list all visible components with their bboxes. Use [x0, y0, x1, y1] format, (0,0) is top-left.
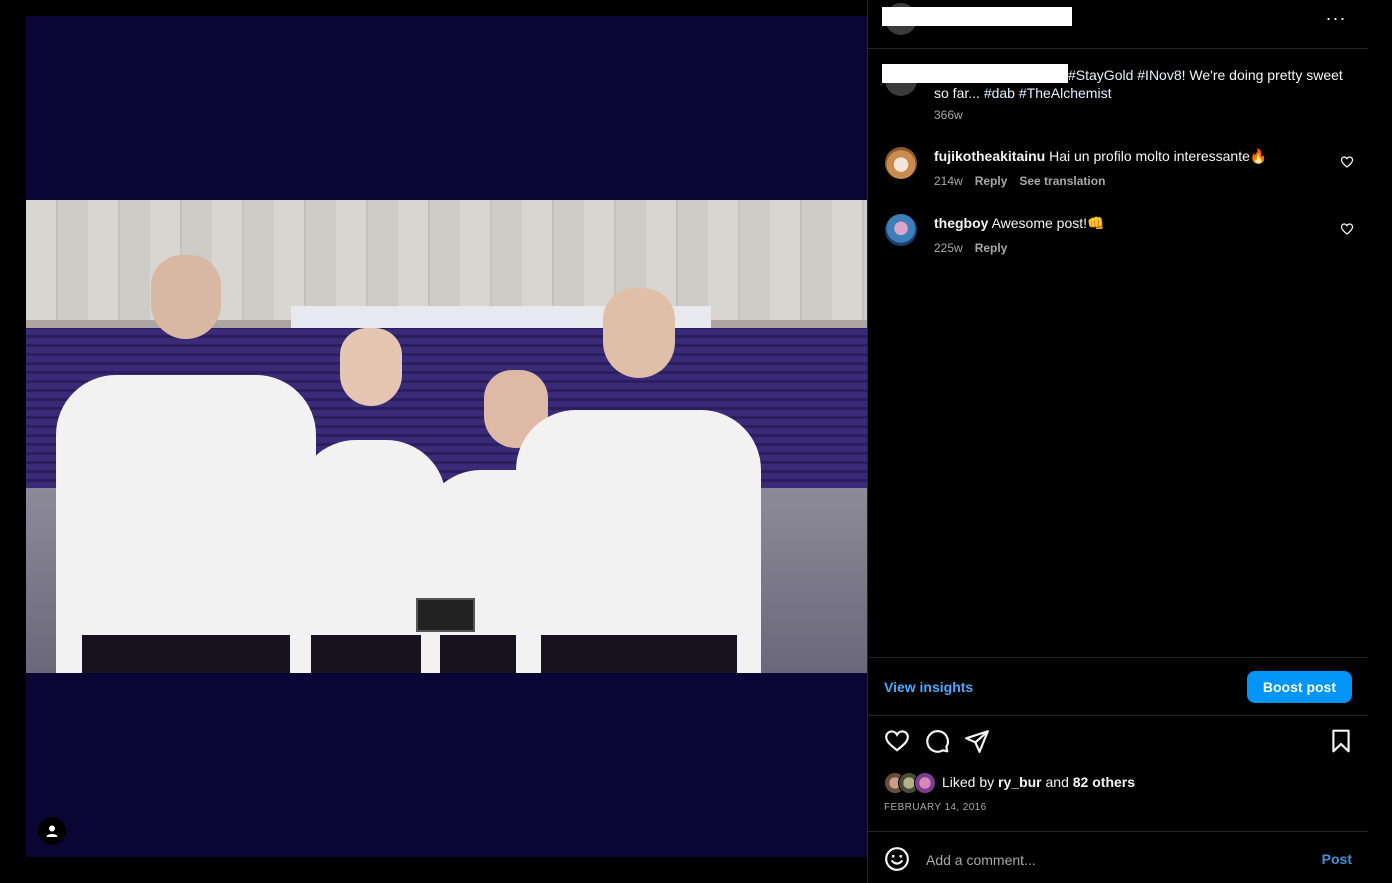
hashtag-link[interactable]: #StayGold — [1068, 67, 1133, 83]
reply-button[interactable]: Reply — [975, 241, 1008, 255]
tagged-users-button[interactable] — [38, 817, 66, 845]
likes-summary: Liked by ry_bur and 82 others — [884, 771, 1136, 794]
view-insights-link[interactable]: View insights — [884, 679, 973, 695]
post-sidebar: ··· #StayGold #INov8! We're doing pretty… — [867, 0, 1368, 883]
emoji-icon[interactable] — [884, 846, 910, 872]
comment-item: thegboy Awesome post!👊 225w Reply — [868, 214, 1368, 270]
post-comment-button[interactable]: Post — [1322, 851, 1352, 867]
heart-icon[interactable] — [1340, 222, 1354, 236]
add-comment-bar: Post — [868, 831, 1368, 883]
comment-actions: 225w Reply — [934, 241, 1007, 255]
comment-text: Hai un profilo molto interessante🔥 — [1049, 148, 1268, 164]
liker-avatars — [884, 772, 938, 794]
comment-input[interactable] — [924, 848, 1298, 872]
liker-avatar — [914, 772, 936, 794]
likes-others-link[interactable]: 82 others — [1073, 774, 1135, 790]
comment-username[interactable]: thegboy — [934, 215, 988, 231]
insights-bar: View insights Boost post — [868, 657, 1368, 716]
user-icon — [46, 825, 58, 837]
comment-timestamp[interactable]: 214w — [934, 174, 963, 188]
redacted-username — [882, 7, 1072, 26]
hashtag-link[interactable]: #TheAlchemist — [1019, 85, 1112, 101]
comment-actions: 214w Reply See translation — [934, 174, 1105, 188]
caption-timestamp[interactable]: 366w — [934, 108, 963, 122]
post-date[interactable]: FEBRUARY 14, 2016 — [884, 802, 987, 813]
hashtag-link[interactable]: #INov8 — [1137, 67, 1181, 83]
comment-item: fujikotheakitainu Hai un profilo molto i… — [868, 147, 1368, 203]
post-media — [26, 16, 867, 857]
post-photo — [26, 200, 867, 673]
commenter-avatar[interactable] — [885, 147, 917, 179]
comment-body: fujikotheakitainu Hai un profilo molto i… — [934, 147, 1314, 165]
liker-username[interactable]: ry_bur — [998, 774, 1042, 790]
more-options-icon[interactable]: ··· — [1322, 8, 1350, 28]
hashtag-link[interactable]: #dab — [984, 85, 1015, 101]
comments-section: #StayGold #INov8! We're doing pretty swe… — [868, 49, 1368, 657]
comment-body: thegboy Awesome post!👊 — [934, 214, 1314, 232]
heart-icon[interactable] — [884, 728, 910, 754]
heart-icon[interactable] — [1340, 155, 1354, 169]
boost-post-button[interactable]: Boost post — [1246, 671, 1352, 703]
bookmark-icon[interactable] — [1328, 728, 1354, 754]
share-icon[interactable] — [964, 728, 990, 754]
comment-text: Awesome post!👊 — [991, 215, 1105, 231]
likes-text: Liked by ry_bur and 82 others — [942, 774, 1136, 790]
see-translation-button[interactable]: See translation — [1019, 174, 1105, 188]
comment-username[interactable]: fujikotheakitainu — [934, 148, 1045, 164]
commenter-avatar[interactable] — [885, 214, 917, 246]
reply-button[interactable]: Reply — [975, 174, 1008, 188]
post-header: ··· — [868, 0, 1368, 49]
instagram-post-viewer: ··· #StayGold #INov8! We're doing pretty… — [0, 0, 1392, 883]
post-actions — [868, 715, 1368, 767]
comment-timestamp[interactable]: 225w — [934, 241, 963, 255]
comment-icon[interactable] — [924, 728, 950, 754]
post-caption: #StayGold #INov8! We're doing pretty swe… — [934, 66, 1344, 102]
